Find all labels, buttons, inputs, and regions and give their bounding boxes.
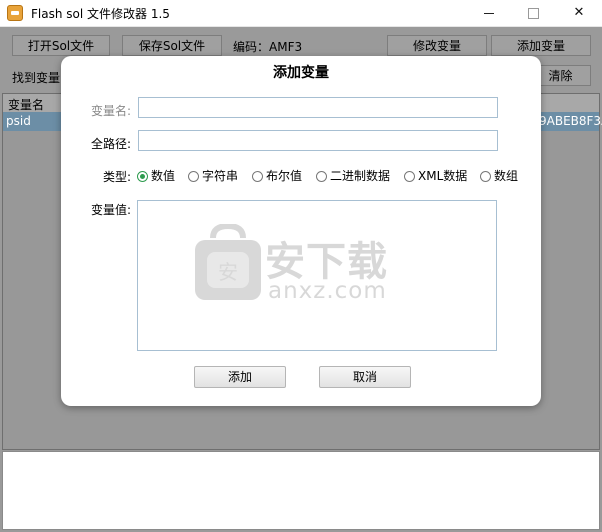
status-panel xyxy=(2,451,600,530)
var-name-input[interactable] xyxy=(138,97,498,118)
radio-type-array[interactable]: 数组 xyxy=(480,167,518,183)
encoding-label: 编码：AMF3 xyxy=(233,40,303,54)
var-name-label: 变量名: xyxy=(90,104,131,118)
radio-type-binary[interactable]: 二进制数据 xyxy=(316,167,390,183)
add-variable-button[interactable]: 添加变量 xyxy=(491,35,591,56)
radio-icon xyxy=(316,171,327,182)
radio-icon xyxy=(252,171,263,182)
full-path-label: 全路径: xyxy=(90,137,131,151)
dialog-title: 添加变量 xyxy=(273,65,329,81)
watermark-shield-text: 安 xyxy=(218,260,238,284)
close-button[interactable]: ✕ xyxy=(556,0,602,26)
radio-label: 数组 xyxy=(494,169,519,183)
watermark-domain: anxz.com xyxy=(268,278,387,304)
full-path-input[interactable] xyxy=(138,130,498,151)
found-variables-label: 找到变量 xyxy=(12,71,61,85)
radio-label: 数值 xyxy=(151,169,176,183)
open-sol-button[interactable]: 打开Sol文件 xyxy=(12,35,110,56)
radio-label: XML数据 xyxy=(418,169,468,183)
radio-checked-icon xyxy=(137,171,148,182)
minimize-button[interactable] xyxy=(466,0,512,26)
row-value: 9ABEB8F3A xyxy=(539,114,602,128)
maximize-button[interactable] xyxy=(510,0,556,26)
radio-label: 布尔值 xyxy=(266,169,303,183)
window-title: Flash sol 文件修改器 1.5 xyxy=(31,7,170,21)
radio-icon xyxy=(404,171,415,182)
add-variable-dialog: 添加变量 变量名: 全路径: 类型: 数值 字符串 布尔值 二进制数据 XML数… xyxy=(61,56,541,406)
add-button[interactable]: 添加 xyxy=(194,366,286,388)
modify-variable-button[interactable]: 修改变量 xyxy=(387,35,487,56)
radio-label: 二进制数据 xyxy=(330,169,391,183)
radio-type-number[interactable]: 数值 xyxy=(137,167,175,183)
radio-icon xyxy=(480,171,491,182)
value-label: 变量值: xyxy=(90,203,131,217)
column-header-name: 变量名 xyxy=(8,98,45,112)
radio-type-string[interactable]: 字符串 xyxy=(188,167,238,183)
radio-type-boolean[interactable]: 布尔值 xyxy=(252,167,302,183)
type-label: 类型: xyxy=(102,170,131,184)
row-name: psid xyxy=(6,114,31,128)
save-sol-button[interactable]: 保存Sol文件 xyxy=(122,35,222,56)
radio-label: 字符串 xyxy=(202,169,239,183)
app-icon xyxy=(7,5,23,21)
close-icon: ✕ xyxy=(573,5,585,20)
radio-type-xml[interactable]: XML数据 xyxy=(404,167,467,183)
cancel-button[interactable]: 取消 xyxy=(319,366,411,388)
watermark-shield-icon: 安 xyxy=(195,224,261,300)
title-bar: Flash sol 文件修改器 1.5 ✕ xyxy=(0,0,602,27)
radio-icon xyxy=(188,171,199,182)
